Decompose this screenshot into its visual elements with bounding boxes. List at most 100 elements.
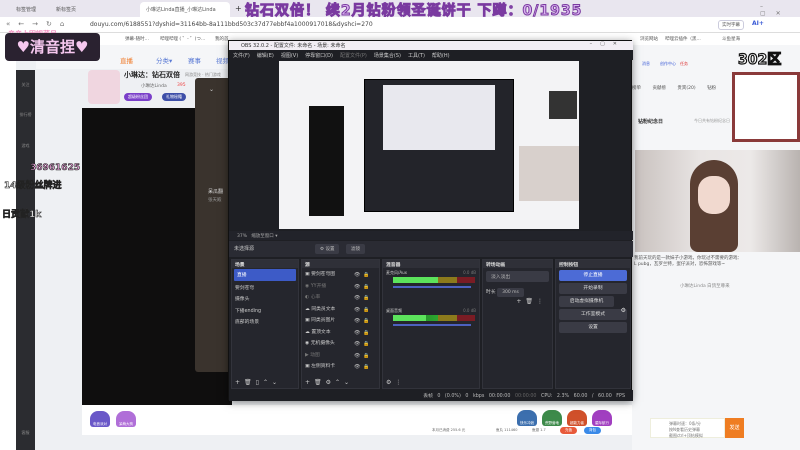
nav-live[interactable]: 直播: [120, 55, 133, 65]
side-rank[interactable]: 排行榜: [16, 112, 35, 118]
gift-guide-button[interactable]: 礼物秘籍: [162, 93, 186, 101]
mixer-channel: 桌面音频 0.0 dB: [383, 306, 479, 344]
streamer-name[interactable]: 小琳达Linda: [141, 83, 167, 89]
bookmark[interactable]: 哔哩云插件（黑...: [665, 36, 701, 42]
backpack-button[interactable]: 背包: [584, 427, 601, 434]
fan-club-button[interactable]: 超级粉丝团: [124, 93, 152, 101]
scene-item[interactable]: 摄像头: [232, 293, 298, 305]
side-follow[interactable]: 关注: [16, 82, 35, 88]
nav-category[interactable]: 分类▾: [156, 55, 172, 65]
window-controls[interactable]: –▢✕: [760, 3, 800, 17]
obs-preview[interactable]: [279, 61, 579, 229]
obs-menu-bar: 文件(F) 编辑(E) 视图(V) 停靠窗口(D) 配置文件(P) 场景集合(S) 工具(T…: [229, 50, 633, 60]
ai-button[interactable]: AI+: [752, 20, 764, 27]
tab-contrib[interactable]: 贡献榜: [652, 86, 666, 91]
menu-file[interactable]: 文件(F): [233, 53, 250, 59]
bookmark[interactable]: 哔哩哔哩 ( ゜- ゜)つ...: [160, 36, 205, 42]
tab-rank[interactable]: 榜单: [632, 86, 641, 91]
scene-item[interactable]: 下播ending: [232, 305, 298, 317]
studio-mode-button[interactable]: 工作室模式: [559, 309, 627, 320]
menu-help[interactable]: 帮助(H): [432, 53, 450, 59]
menu-profile[interactable]: 配置文件(P): [340, 53, 367, 59]
volume-slider[interactable]: [393, 286, 471, 288]
tab-douyu-stream[interactable]: 小琳达Linda直播_小琳达Linda: [140, 2, 230, 17]
obs-window-controls[interactable]: –▢✕: [590, 41, 625, 47]
volume-meter: [393, 315, 475, 321]
realtime-caption-button[interactable]: 实时字幕: [718, 20, 744, 30]
transitions-dock: 转场动画 淡入淡出 时长 300 ms +🗑⋮: [482, 259, 553, 389]
chat-rate: 弹幕时速：0条/分 按N查看历史弹幕: [669, 421, 701, 432]
cpu-usage: CPU: 2.3%: [541, 394, 570, 399]
zoom-bar: 37% 缩放至窗口 ▾: [229, 231, 633, 240]
top-icon-messages[interactable]: 消息: [642, 61, 650, 67]
tab-manager[interactable]: 标签管理: [10, 2, 42, 17]
channel-db: 0.0 dB: [463, 308, 476, 313]
transition-select[interactable]: 淡入淡出: [486, 271, 549, 282]
url-field[interactable]: douyu.com/6188551?dyshid=31164bb-8a111bb…: [90, 21, 373, 28]
chevron-down-icon[interactable]: ⌄: [209, 86, 214, 93]
mixer-toolbar[interactable]: ⚙⋮: [386, 379, 405, 386]
menu-edit[interactable]: 编辑(E): [257, 53, 274, 59]
top-icon-creator[interactable]: 创作中心: [660, 61, 676, 67]
zoom-level[interactable]: 37%: [237, 234, 247, 239]
gift-bar: 电音派对 呆萌大狗 快乐冲浪 荒野营地 超能力者 星际航行 本月已消费 255.…: [82, 405, 632, 435]
gear-icon[interactable]: ⚙: [621, 307, 626, 314]
scenes-header: 场景: [232, 260, 298, 268]
top-icon-tasks[interactable]: 任务: [680, 61, 688, 67]
bookmark[interactable]: 浏览网站: [640, 36, 658, 42]
streamer-avatar[interactable]: [88, 70, 120, 104]
source-toolbar[interactable]: +🗑⚙⌃⌄: [305, 379, 353, 386]
gift-item[interactable]: 星际航行: [592, 410, 612, 426]
send-button[interactable]: 发送: [725, 418, 744, 438]
overlay-name-badge: ♥清音捏♥: [5, 33, 100, 61]
menu-docks[interactable]: 停靠窗口(D): [305, 53, 333, 59]
fishbar-count: 鱼翅 1.7: [532, 428, 546, 432]
obs-title: OBS 32.0.2 - 配置文件: 未命名 - 场景: 未命名: [229, 41, 633, 50]
gift-item[interactable]: 电音派对: [90, 411, 110, 427]
menu-view[interactable]: 视图(V): [281, 53, 298, 59]
nav-buttons[interactable]: «←→↻⌂: [6, 20, 72, 28]
visibility-lock-icons[interactable]: 👁🔒 👁🔒 👁🔒 👁🔒 👁🔒 👁🔒 👁🔒 👁🔒 👁🔒: [354, 270, 373, 374]
gift-item[interactable]: 呆萌大狗: [116, 411, 136, 427]
rank-tabs[interactable]: 榜单 贡献榜 贵宾(20) 钻粉: [632, 85, 732, 91]
chat-input[interactable]: 弹幕时速：0条/分 按N查看历史弹幕 截图ctrl+顶帖模拟: [650, 418, 725, 438]
monthly-spent: 本月已消费 255.6 元: [432, 428, 466, 432]
bookmark[interactable]: 斗鱼星海: [722, 36, 740, 42]
transition-toolbar[interactable]: +🗑⋮: [483, 298, 552, 305]
gift-item[interactable]: 超能力者: [567, 410, 587, 426]
scene-item[interactable]: 要剑苍穹: [232, 282, 298, 294]
tab-vip[interactable]: 贵宾(20): [677, 86, 695, 91]
mixer-header: 混音器: [383, 260, 479, 268]
virtual-camera-button[interactable]: 启动虚拟摄像机: [559, 296, 614, 307]
fishball-count: 鱼丸 111460: [496, 428, 518, 432]
tab-new-tab[interactable]: 新标签页: [50, 2, 82, 17]
volume-slider[interactable]: [393, 324, 471, 326]
menu-tools[interactable]: 工具(T): [408, 53, 425, 59]
source-filters-button[interactable]: 滤镜: [346, 244, 365, 254]
tab-diamond[interactable]: 钻粉: [707, 86, 716, 91]
overlay-daily-contrib: 日贡献1k: [2, 210, 42, 221]
side-games[interactable]: 游戏: [16, 143, 35, 149]
scene-item[interactable]: 直播: [234, 269, 296, 281]
nav-events[interactable]: 赛事: [188, 55, 201, 65]
obs-window: OBS 32.0.2 - 配置文件: 未命名 - 场景: 未命名 –▢✕ 文件(…: [228, 40, 633, 401]
duration-input[interactable]: 300 ms: [497, 288, 524, 297]
bookmark[interactable]: 我的首: [215, 36, 229, 42]
bookmark[interactable]: 弹幕-随时...: [125, 36, 149, 42]
recharge-button[interactable]: 充值: [560, 427, 577, 434]
stop-streaming-button[interactable]: 停止直播: [559, 270, 627, 281]
start-recording-button[interactable]: 开始录制: [559, 283, 627, 294]
settings-button[interactable]: 设置: [559, 322, 627, 333]
side-support[interactable]: 客服: [16, 430, 35, 436]
gift-item[interactable]: 快乐冲浪: [517, 410, 537, 426]
scene-item[interactable]: 底部的场景: [232, 316, 298, 328]
menu-scene-collection[interactable]: 场景集合(S): [374, 53, 401, 59]
gift-item[interactable]: 荒野营地: [542, 410, 562, 426]
scene-toolbar[interactable]: +🗑▯⌃⌄: [235, 379, 281, 386]
preview-obs-recursive: [364, 79, 514, 212]
new-tab-button[interactable]: +: [235, 4, 242, 13]
stream-title: 小琳达：钻石双倍: [124, 71, 180, 79]
zoom-mode[interactable]: 缩放至窗口: [251, 234, 274, 239]
sources-dock: 源 ▣ 要剑苍穹图 ◉ YY开播 ◐ 心率 ☁ 同类员文本 ▣ 同类员图片 ☁ …: [301, 259, 380, 389]
source-settings-button[interactable]: ⚙ 设置: [315, 244, 340, 254]
